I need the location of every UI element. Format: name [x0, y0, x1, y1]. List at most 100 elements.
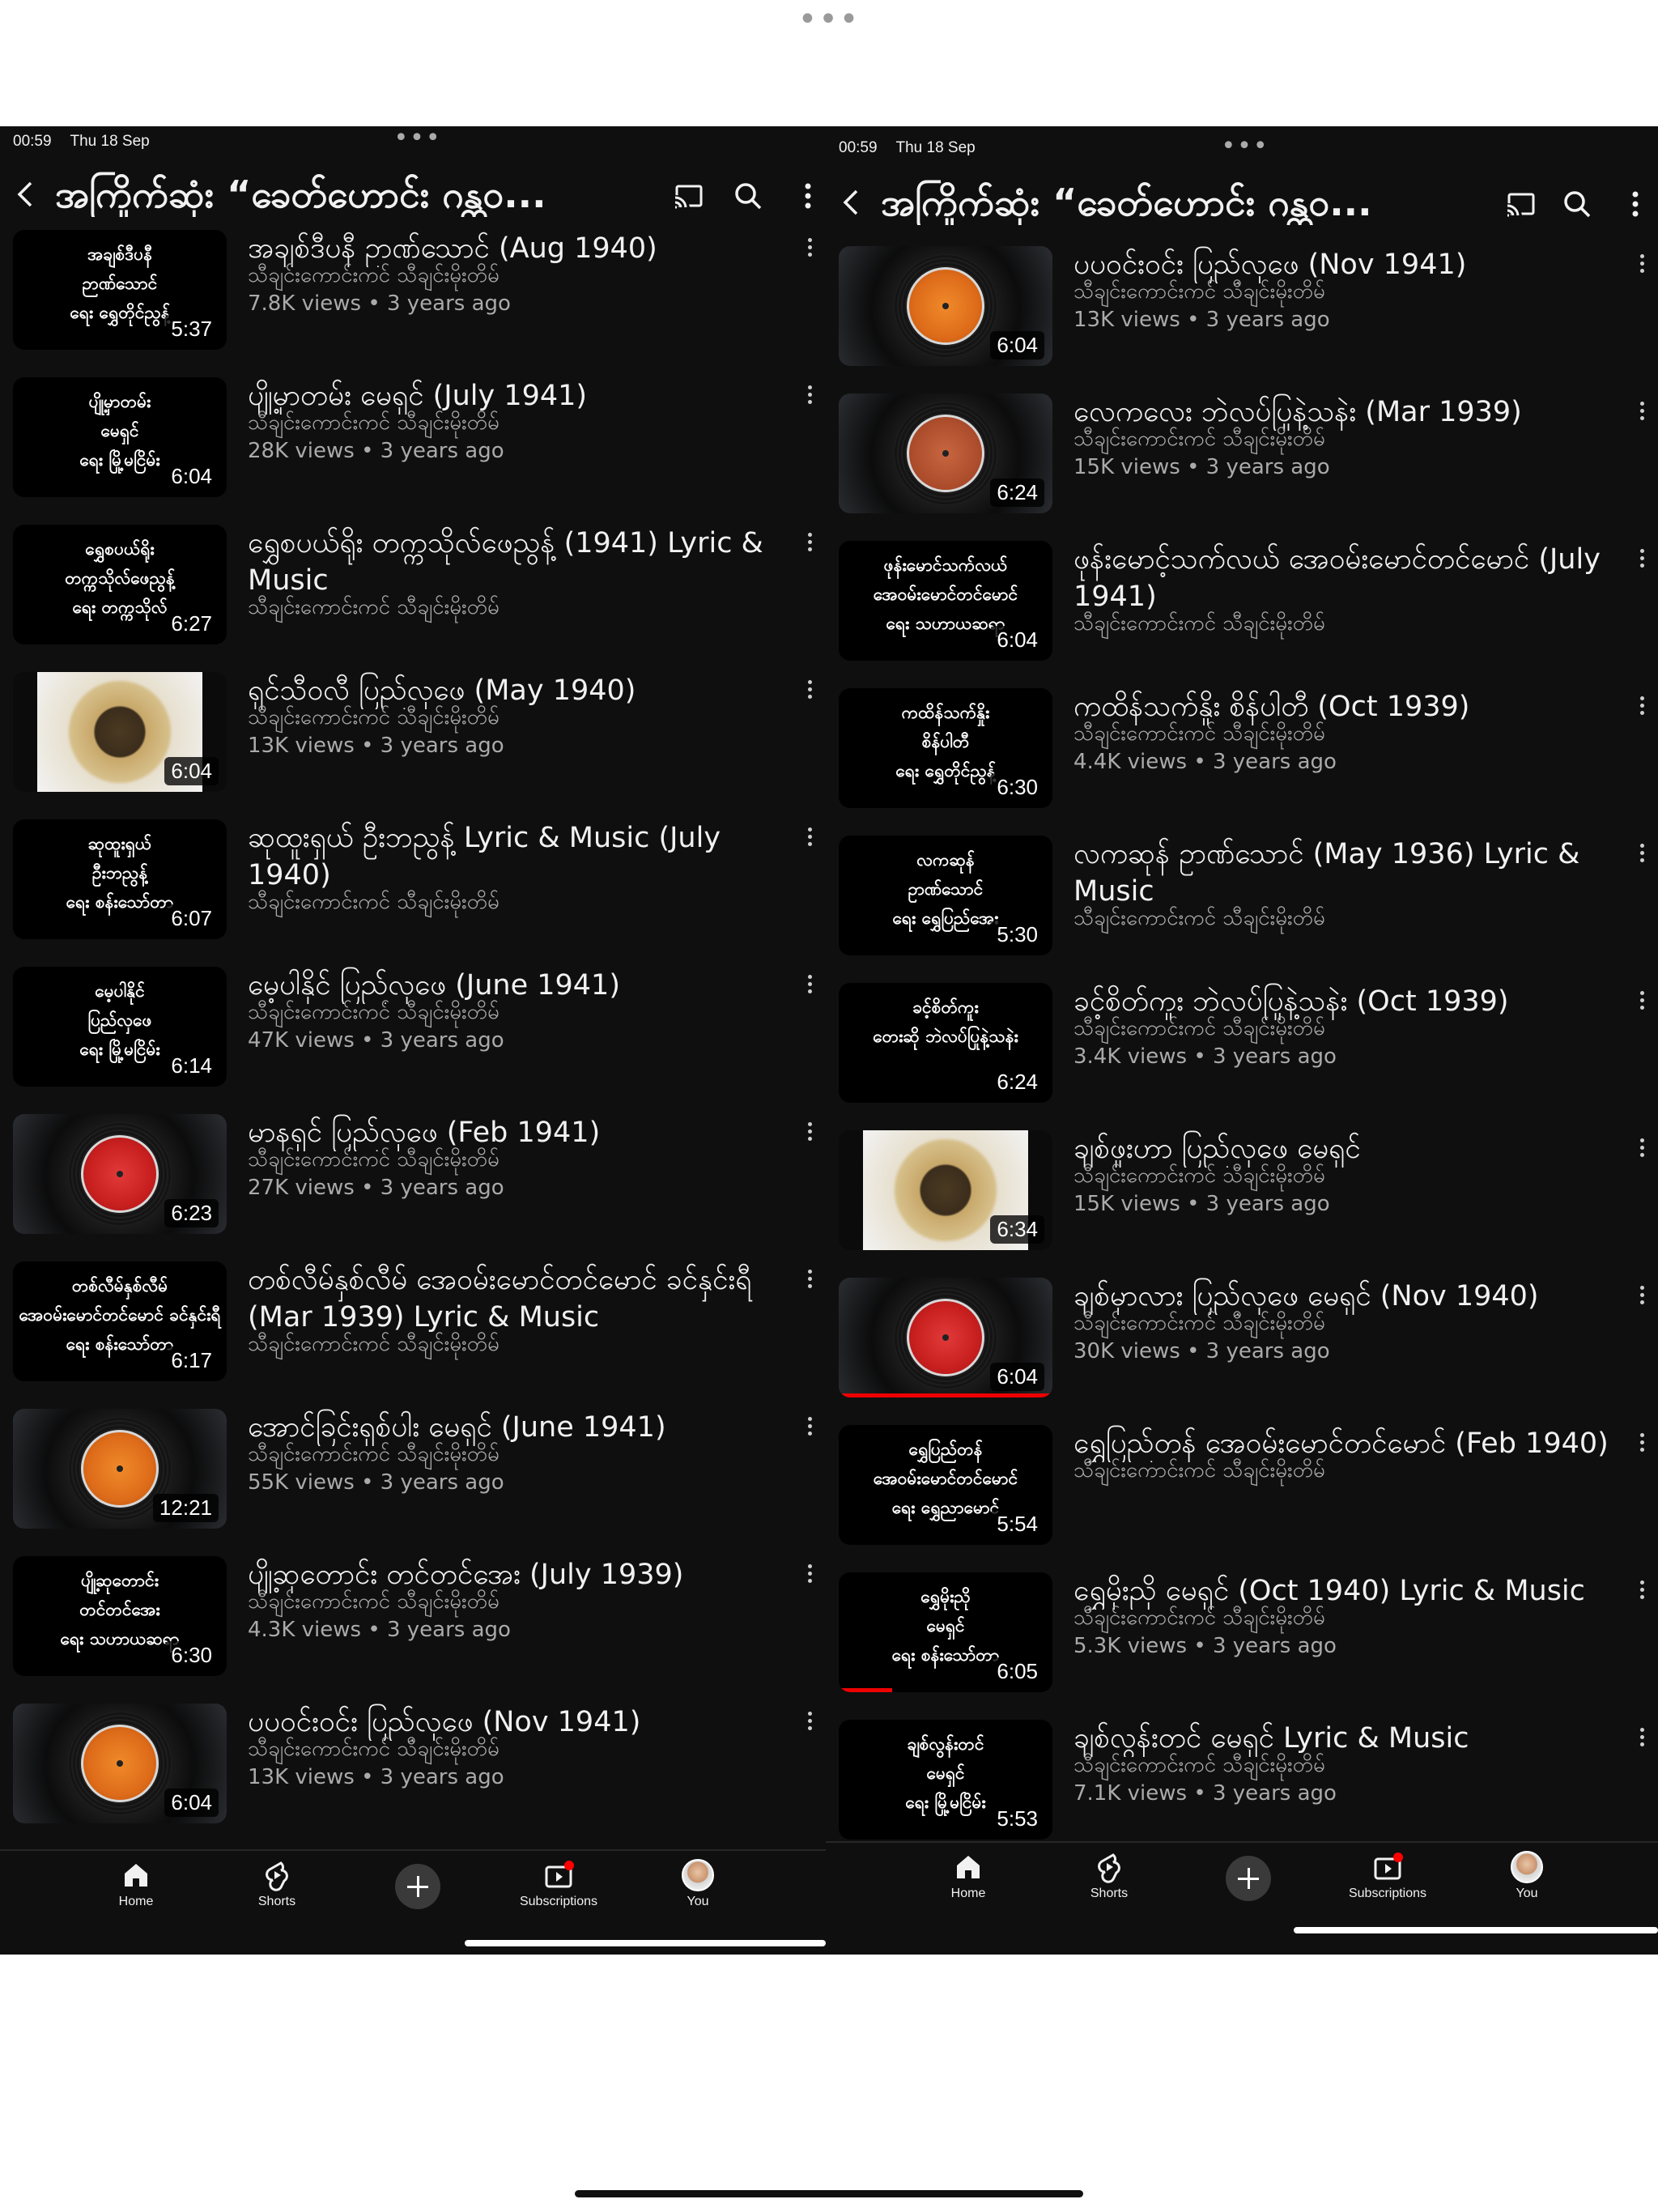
window-dots[interactable]: •••: [826, 134, 1658, 159]
video-menu-icon[interactable]: [1634, 251, 1650, 280]
video-thumbnail[interactable]: ရွှေစပယ်ရိုး တက္ကသိုလ်ဖေညွန့် ရေး တက္ကသိ…: [13, 525, 227, 644]
video-menu-icon[interactable]: [801, 677, 818, 706]
video-info: ရွှေပြည်တန် အေဝမ်းမောင်တင်မောင် (Feb 194…: [1073, 1425, 1622, 1483]
create-button[interactable]: [1226, 1856, 1271, 1901]
video-thumbnail[interactable]: မေ့ပါနိုင် ပြည်လှဖေ ရေး မြို့မငြိမ်း 6:14: [13, 967, 227, 1087]
video-thumbnail[interactable]: တစ်လီမ်နှစ်လီမ် အေဝမ်းမောင်တင်မောင် ခင်န…: [13, 1261, 227, 1381]
video-menu-icon[interactable]: [801, 1414, 818, 1443]
video-menu-icon[interactable]: [801, 824, 818, 853]
video-row[interactable]: ရွှေပြည်တန် အေဝမ်းမောင်တင်မောင် ရေး ရွှေ…: [826, 1425, 1658, 1572]
video-thumbnail[interactable]: ဆုထူးရှယ် ဦးဘညွန့် ရေး စန်းသော်တာ 6:07: [13, 819, 227, 939]
video-title[interactable]: ဖုန်းမောင့်သက်လယ် အေဝမ်းမောင်တင်မောင် (J…: [1073, 541, 1622, 615]
video-thumbnail[interactable]: ခင့်စိတ်ကူး တေးဆို ဘဲလပ်ပြုနဲ့သနဲး 6:24: [839, 983, 1052, 1103]
video-menu-icon[interactable]: [801, 235, 818, 264]
video-row[interactable]: ဆုထူးရှယ် ဦးဘညွန့် ရေး စန်းသော်တာ 6:07 ဆုထ…: [0, 819, 826, 967]
video-row[interactable]: ရွှေမိုးညို မေရှင် ရေး စန်းသော်တာ 6:05 ရွှ…: [826, 1572, 1658, 1720]
video-menu-icon[interactable]: [801, 1119, 818, 1148]
video-thumbnail[interactable]: ဖုန်းမောင်သက်လယ် အေဝမ်းမောင်တင်မောင် ရေး…: [839, 541, 1052, 661]
window-dots[interactable]: •••: [0, 126, 826, 151]
multitask-dots[interactable]: •••: [0, 3, 1658, 36]
video-title[interactable]: တစ်လီမ်နှစ်လီမ် အေဝမ်းမောင်တင်မောင် ခင်န…: [248, 1261, 790, 1336]
more-options-icon[interactable]: [792, 180, 824, 212]
video-thumbnail[interactable]: ချစ်လွန်းတင် မေရှင် ရေး မြို့မငြိမ်း 5:53: [839, 1720, 1052, 1840]
video-thumbnail[interactable]: 6:24: [839, 393, 1052, 513]
video-thumbnail[interactable]: ပျို့ဆုတောင်း တင်တင်အေး ရေး သဟာယဆရာ 6:30: [13, 1556, 227, 1676]
cast-icon[interactable]: [1504, 188, 1537, 220]
video-thumbnail[interactable]: 6:04: [839, 246, 1052, 366]
nav-subscriptions[interactable]: Subscriptions: [510, 1859, 607, 1909]
video-row[interactable]: လကဆုန် ဥာဏ်သောင် ရေး ရွှေပြည်အေး 5:30 လကဆု…: [826, 836, 1658, 983]
video-menu-icon[interactable]: [1634, 988, 1650, 1017]
video-info: လကဆုန် ဥာဏ်သောင် (May 1936) Lyric & Musi…: [1073, 836, 1622, 931]
video-thumbnail[interactable]: ရွှေပြည်တန် အေဝမ်းမောင်တင်မောင် ရေး ရွှေ…: [839, 1425, 1052, 1545]
video-thumbnail[interactable]: 6:23: [13, 1114, 227, 1234]
nav-shorts[interactable]: Shorts: [1061, 1851, 1158, 1901]
video-menu-icon[interactable]: [1634, 1283, 1650, 1312]
back-arrow-icon[interactable]: [835, 186, 868, 219]
video-meta: 13K views • 3 years ago: [248, 734, 504, 758]
video-row[interactable]: မေ့ပါနိုင် ပြည်လှဖေ ရေး မြို့မငြိမ်း 6:14…: [0, 967, 826, 1114]
nav-home[interactable]: Home: [920, 1851, 1017, 1901]
nav-shorts[interactable]: Shorts: [228, 1859, 325, 1909]
video-thumbnail[interactable]: ပျို့မှာတမ်း မေရှင် ရေး မြို့မငြိမ်း 6:04: [13, 377, 227, 497]
video-row[interactable]: 6:04 ချစ်မှာလား ပြည်လှဖေ မေရှင် (Nov 1940…: [826, 1278, 1658, 1425]
video-row[interactable]: ကထိန်သက်နှိုး စိန်ပါတီ ရေး ရွှေတိုင်ညွန့…: [826, 688, 1658, 836]
video-menu-icon[interactable]: [1634, 1135, 1650, 1164]
video-menu-icon[interactable]: [801, 1266, 818, 1295]
duration-badge: 6:27: [164, 610, 219, 638]
video-menu-icon[interactable]: [801, 530, 818, 559]
video-row[interactable]: 6:04 ပပဝင်းဝင်း ပြည်လှဖေ (Nov 1941) သီချင်…: [826, 246, 1658, 393]
video-title[interactable]: ဆုထူးရှယ် ဦးဘညွန့် Lyric & Music (July 1…: [248, 819, 790, 894]
video-menu-icon[interactable]: [1634, 840, 1650, 870]
video-row[interactable]: အချစ်ဒီပနီ ဉာဏ်သောင် ရေး ရွှေတိုင်ညွန့် 5…: [0, 230, 826, 377]
video-row[interactable]: 6:24 လေကလေး ဘဲလပ်ပြုနဲ့သနဲး (Mar 1939) သီခ…: [826, 393, 1658, 541]
search-icon[interactable]: [1561, 188, 1593, 220]
video-row[interactable]: 6:04 ပပဝင်းဝင်း ပြည်လှဖေ (Nov 1941) သီချင်…: [0, 1704, 826, 1851]
cast-icon[interactable]: [672, 180, 704, 212]
video-row[interactable]: ပျို့မှာတမ်း မေရှင် ရေး မြို့မငြိမ်း 6:04…: [0, 377, 826, 525]
video-row[interactable]: ရွှေစပယ်ရိုး တက္ကသိုလ်ဖေညွန့် ရေး တက္ကသိ…: [0, 525, 826, 672]
video-thumbnail[interactable]: 6:04: [13, 1704, 227, 1823]
video-menu-icon[interactable]: [1634, 1577, 1650, 1606]
video-title[interactable]: ရွှေစပယ်ရိုး တက္ကသိုလ်ဖေညွန့် (1941) Lyr…: [248, 525, 790, 599]
video-thumbnail[interactable]: 12:21: [13, 1409, 227, 1529]
video-thumbnail[interactable]: 6:04: [13, 672, 227, 792]
video-menu-icon[interactable]: [801, 1561, 818, 1590]
nav-you[interactable]: You: [649, 1859, 746, 1909]
video-row[interactable]: 6:34 ချစ်ဖူးဟာ ပြည်လှဖေ မေရှင် သီချင်းကောင…: [826, 1130, 1658, 1278]
more-options-icon[interactable]: [1619, 188, 1652, 220]
video-thumbnail[interactable]: လကဆုန် ဥာဏ်သောင် ရေး ရွှေပြည်အေး 5:30: [839, 836, 1052, 955]
search-icon[interactable]: [732, 180, 764, 212]
video-row[interactable]: 6:04 ရှင်သီဝလီ ပြည်လှဖေ (May 1940) သီချင်း…: [0, 672, 826, 819]
video-info: အချစ်ဒီပနီ ဥာဏ်သောင် (Aug 1940) သီချင်းကေ…: [248, 230, 790, 319]
nav-home[interactable]: Home: [87, 1859, 185, 1909]
video-row[interactable]: ဖုန်းမောင်သက်လယ် အေဝမ်းမောင်တင်မောင် ရေး…: [826, 541, 1658, 688]
video-thumbnail[interactable]: ကထိန်သက်နှိုး စိန်ပါတီ ရေး ရွှေတိုင်ညွန့…: [839, 688, 1052, 808]
video-info: ကထိန်သက်နှိုး စိန်ပါတီ (Oct 1939) သီချင်း…: [1073, 688, 1622, 777]
video-thumbnail[interactable]: ရွှေမိုးညို မေရှင် ရေး စန်းသော်တာ 6:05: [839, 1572, 1052, 1692]
video-menu-icon[interactable]: [1634, 1725, 1650, 1754]
nav-you[interactable]: You: [1478, 1851, 1575, 1901]
create-button[interactable]: [395, 1864, 440, 1909]
video-menu-icon[interactable]: [801, 1708, 818, 1738]
video-menu-icon[interactable]: [1634, 398, 1650, 428]
video-row[interactable]: တစ်လီမ်နှစ်လီမ် အေဝမ်းမောင်တင်မောင် ခင်န…: [0, 1261, 826, 1409]
video-thumbnail[interactable]: 6:04: [839, 1278, 1052, 1397]
video-thumbnail[interactable]: 6:34: [839, 1130, 1052, 1250]
video-meta: 4.3K views • 3 years ago: [248, 1618, 511, 1642]
channel-name: သီချင်းကောင်းကင် သီချင်းမိုးတိမ်: [1073, 611, 1325, 636]
video-menu-icon[interactable]: [1634, 546, 1650, 575]
video-thumbnail[interactable]: အချစ်ဒီပနီ ဉာဏ်သောင် ရေး ရွှေတိုင်ညွန့် 5…: [13, 230, 227, 350]
back-arrow-icon[interactable]: [10, 178, 42, 211]
video-row[interactable]: ခင့်စိတ်ကူး တေးဆို ဘဲလပ်ပြုနဲ့သနဲး 6:24 ခင…: [826, 983, 1658, 1130]
video-menu-icon[interactable]: [801, 382, 818, 411]
watch-progress-bar: [839, 1688, 892, 1692]
nav-subscriptions[interactable]: Subscriptions: [1339, 1851, 1436, 1901]
video-row[interactable]: 12:21 အောင်ခြင်းရှစ်ပါး မေရှင် (June 1941…: [0, 1409, 826, 1556]
video-menu-icon[interactable]: [1634, 1430, 1650, 1459]
video-title[interactable]: လကဆုန် ဥာဏ်သောင် (May 1936) Lyric & Musi…: [1073, 836, 1622, 910]
video-row[interactable]: ပျို့ဆုတောင်း တင်တင်အေး ရေး သဟာယဆရာ 6:30 ပ…: [0, 1556, 826, 1704]
video-row[interactable]: 6:23 မာနရှင် ပြည်လှဖေ (Feb 1941) သီချင်းကေ…: [0, 1114, 826, 1261]
video-menu-icon[interactable]: [1634, 693, 1650, 722]
video-menu-icon[interactable]: [801, 972, 818, 1001]
